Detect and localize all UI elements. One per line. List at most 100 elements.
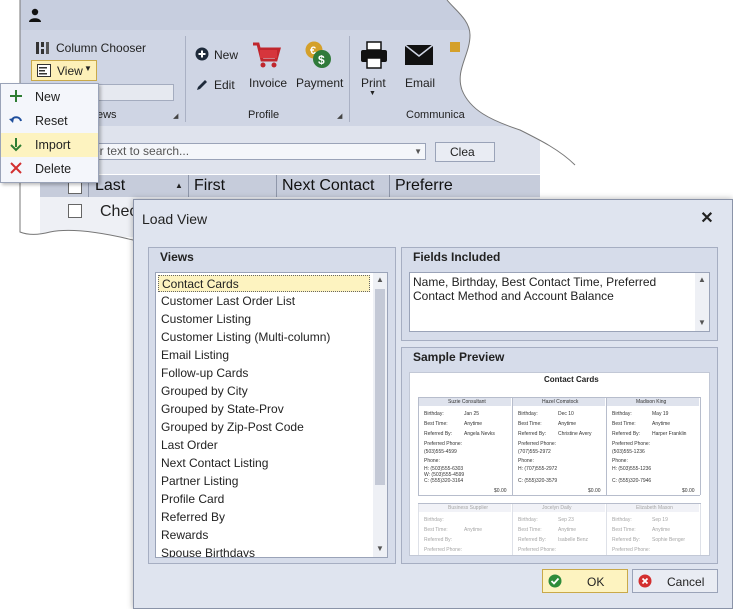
clear-label: Clea xyxy=(450,145,475,159)
view-icon xyxy=(37,64,51,77)
column-header-first[interactable]: First xyxy=(194,177,225,195)
menu-item-label: Reset xyxy=(35,114,68,128)
column-chooser-label: Column Chooser xyxy=(56,41,147,55)
ok-button[interactable]: OK xyxy=(542,569,628,593)
preview-card-name: Hazel Comstock xyxy=(542,399,579,405)
preview-label: Phone: xyxy=(424,458,440,464)
preview-divider xyxy=(700,397,701,495)
cancel-label: Cancel xyxy=(667,575,705,589)
menu-item-new[interactable]: New xyxy=(1,85,98,109)
menu-item-reset[interactable]: Reset xyxy=(1,109,98,133)
preview-label: Referred By: xyxy=(424,431,453,437)
preview-label: Preferred Phone: xyxy=(424,441,463,447)
list-item[interactable]: Customer Listing xyxy=(158,311,370,328)
column-header-preferred[interactable]: Preferre xyxy=(395,177,453,195)
view-dropdown-button[interactable]: View ▼ xyxy=(31,60,97,81)
menu-item-import[interactable]: Import xyxy=(1,133,98,157)
preview-value: May 19 xyxy=(652,411,669,417)
preview-divider xyxy=(418,397,419,495)
fields-included-textbox[interactable]: Name, Birthday, Best Contact Time, Prefe… xyxy=(409,272,710,332)
pencil-icon xyxy=(195,78,209,92)
list-item[interactable]: Next Contact Listing xyxy=(158,455,370,472)
arrow-down-icon xyxy=(10,138,22,152)
menu-item-delete[interactable]: Delete xyxy=(1,157,98,181)
list-item[interactable]: Follow-up Cards xyxy=(158,365,370,382)
list-item[interactable]: Grouped by City xyxy=(158,383,370,400)
fields-included-text: Name, Birthday, Best Contact Time, Prefe… xyxy=(413,275,657,303)
preview-value: Harper Franklin xyxy=(652,431,687,437)
plus-circle-icon xyxy=(195,47,209,61)
preview-value: C: (555)320-3164 xyxy=(424,478,464,484)
table-cell-last: Chec xyxy=(100,203,138,220)
scroll-down-icon[interactable]: ▼ xyxy=(376,544,384,553)
payment-button[interactable]: € $ Payment xyxy=(295,38,343,90)
list-item[interactable]: Referred By xyxy=(158,509,370,526)
print-button[interactable]: Print ▼ xyxy=(357,38,391,100)
search-placeholder: er text to search... xyxy=(93,144,190,158)
list-item[interactable]: Email Listing xyxy=(158,347,370,364)
close-icon[interactable]: ✕ xyxy=(697,209,717,229)
preview-divider xyxy=(512,397,513,495)
preview-balance: $0.00 xyxy=(682,488,695,494)
check-circle-icon xyxy=(548,574,562,588)
views-listbox[interactable]: Contact Cards Customer Last Order List Cus… xyxy=(155,272,388,558)
new-contact-button[interactable]: New xyxy=(195,47,245,63)
list-item[interactable]: Spouse Birthdays xyxy=(158,545,370,557)
fields-scrollbar[interactable]: ▲ ▼ xyxy=(695,273,709,331)
edit-contact-button[interactable]: Edit xyxy=(195,77,245,93)
sample-preview-image: Contact Cards Suzie Consultant Birthday: J… xyxy=(409,372,710,556)
clear-button[interactable]: Clea xyxy=(435,142,495,162)
communication-group-label: Communica xyxy=(406,109,465,121)
column-separator xyxy=(276,175,277,197)
preview-value: (503)555-1236 xyxy=(612,449,645,455)
row-checkbox[interactable] xyxy=(68,204,82,218)
invoice-button[interactable]: Invoice xyxy=(247,38,287,90)
new-contact-label: New xyxy=(214,48,239,62)
preview-label: Birthday: xyxy=(518,411,538,417)
preview-fade xyxy=(410,504,709,555)
column-header-next-contact[interactable]: Next Contact xyxy=(282,177,374,195)
column-header-last[interactable]: Last xyxy=(95,177,125,195)
preview-label: Preferred Phone: xyxy=(612,441,651,447)
preview-divider xyxy=(606,397,607,495)
chevron-down-icon: ▼ xyxy=(84,64,92,73)
sort-ascending-icon: ▲ xyxy=(175,181,183,190)
email-button[interactable]: Email xyxy=(403,38,437,90)
dialog-launcher-icon[interactable]: ◢ xyxy=(173,112,178,120)
preview-label: Phone: xyxy=(612,458,628,464)
preview-balance: $0.00 xyxy=(588,488,601,494)
search-input[interactable]: er text to search... ▼ xyxy=(86,143,426,160)
scrollbar-thumb[interactable] xyxy=(375,289,385,485)
preview-label: Best Time: xyxy=(424,421,448,427)
preview-value: Jan 25 xyxy=(464,411,480,417)
list-item[interactable]: Customer Last Order List xyxy=(158,293,370,310)
cancel-button[interactable]: Cancel xyxy=(632,569,718,593)
list-item[interactable]: Profile Card xyxy=(158,491,370,508)
list-item[interactable]: Last Order xyxy=(158,437,370,454)
preview-value: Anytime xyxy=(652,421,671,427)
scroll-up-icon[interactable]: ▲ xyxy=(698,275,706,284)
preview-value: (707)555-2972 xyxy=(518,449,551,455)
scroll-up-icon[interactable]: ▲ xyxy=(376,275,384,284)
column-chooser-button[interactable]: Column Chooser xyxy=(35,40,175,56)
view-label: View xyxy=(57,64,83,78)
list-item[interactable]: Grouped by Zip-Post Code xyxy=(158,419,370,436)
column-separator xyxy=(188,175,189,197)
preview-value: Anytime xyxy=(464,421,483,427)
list-item[interactable]: Rewards xyxy=(158,527,370,544)
views-group-label: ews xyxy=(97,109,117,121)
chevron-down-icon: ▼ xyxy=(369,90,376,97)
payment-label: Payment xyxy=(296,76,344,90)
scroll-down-icon[interactable]: ▼ xyxy=(698,318,706,327)
list-item[interactable]: Partner Listing xyxy=(158,473,370,490)
chevron-down-icon[interactable]: ▼ xyxy=(414,144,422,159)
views-filter-field[interactable] xyxy=(96,84,174,101)
views-scrollbar[interactable]: ▲ ▼ xyxy=(373,273,387,557)
preview-value: H: (503)555-1236 xyxy=(612,466,652,472)
dialog-launcher-icon[interactable]: ◢ xyxy=(337,112,342,120)
list-item[interactable]: Grouped by State-Prov xyxy=(158,401,370,418)
list-item[interactable]: Contact Cards xyxy=(158,275,370,292)
list-item[interactable]: Customer Listing (Multi-column) xyxy=(158,329,370,346)
preview-card-name: Suzie Consultant xyxy=(448,399,486,405)
app-titlebar xyxy=(20,0,540,30)
